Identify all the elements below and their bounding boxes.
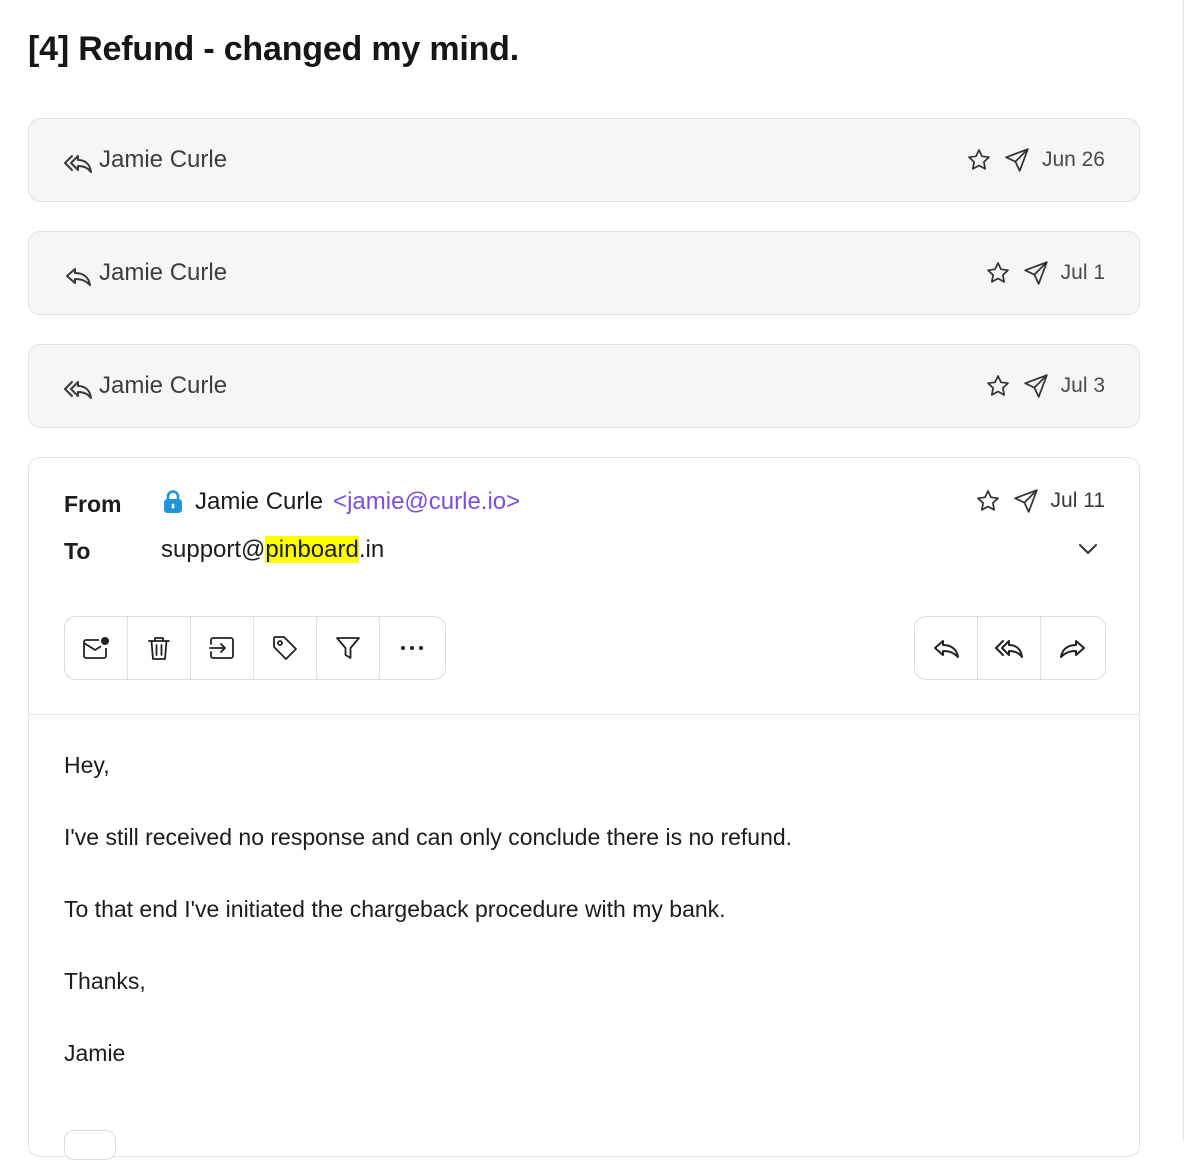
sent-icon [1023,373,1049,399]
star-icon[interactable] [985,373,1011,399]
collapsed-message[interactable]: Jamie Curle Jul 3 [28,344,1140,428]
filter-button[interactable] [317,617,380,679]
message-actions-toolbar [64,616,446,680]
body-paragraph: I've still received no response and can … [64,824,793,850]
from-email[interactable]: <jamie@curle.io> [333,488,520,516]
sent-icon [1023,260,1049,286]
sent-icon [1013,488,1039,514]
collapsed-message[interactable]: Jamie Curle Jul 1 [28,231,1140,315]
search-highlight: pinboard [265,536,359,563]
move-button[interactable] [191,617,254,679]
from-label: From [64,491,122,517]
reply-button[interactable] [915,617,978,679]
message-sender: Jamie Curle [99,259,228,286]
reply-all-button[interactable] [978,617,1041,679]
move-to-icon [208,635,236,661]
message-date: Jul 1 [1060,261,1105,284]
forward-icon [1058,636,1088,660]
tag-button[interactable] [254,617,317,679]
body-paragraph: Jamie [64,1040,126,1066]
body-paragraph: Hey, [64,752,110,778]
star-icon[interactable] [975,488,1001,514]
header-divider [29,714,1139,715]
reply-toolbar [914,616,1106,680]
reply-icon [63,264,93,288]
quoted-text-toggle[interactable] [64,1130,116,1160]
open-message: From Jamie Curle <jamie@curle.io> To sup… [28,457,1140,1160]
message-sender: Jamie Curle [99,372,228,399]
message-sender: Jamie Curle [99,146,228,173]
star-icon[interactable] [985,260,1011,286]
filter-icon [334,634,362,662]
reply-all-icon [63,377,93,401]
reply-all-icon [994,636,1024,660]
reply-icon [931,636,961,660]
from-name: Jamie Curle [195,488,324,515]
mark-unread-button[interactable] [65,617,128,679]
pane-divider [1183,0,1184,1141]
body-paragraph: Thanks, [64,968,146,994]
lock-icon [161,489,185,515]
reply-all-icon [63,151,93,175]
delete-button[interactable] [128,617,191,679]
thread-subject: [4] Refund - changed my mind. [28,30,520,68]
message-date: Jun 26 [1041,148,1105,171]
forward-button[interactable] [1041,617,1104,679]
chevron-down-icon[interactable] [1077,542,1099,556]
tag-icon [271,634,299,662]
to-address-prefix: support@ [161,536,266,563]
from-field: Jamie Curle <jamie@curle.io> [161,488,520,516]
to-label: To [64,538,91,564]
star-icon[interactable] [966,147,992,173]
more-icon [399,644,425,652]
to-field: support@pinboard.in [161,536,384,564]
to-address-suffix: .in [358,536,385,563]
body-paragraph: To that end I've initiated the chargebac… [64,896,726,922]
message-date: Jul 11 [1050,489,1105,512]
more-button[interactable] [380,617,443,679]
mark-unread-icon [81,634,111,662]
message-date: Jul 3 [1060,374,1105,397]
collapsed-message[interactable]: Jamie Curle Jun 26 [28,118,1140,202]
trash-icon [146,634,172,662]
sent-icon [1004,147,1030,173]
